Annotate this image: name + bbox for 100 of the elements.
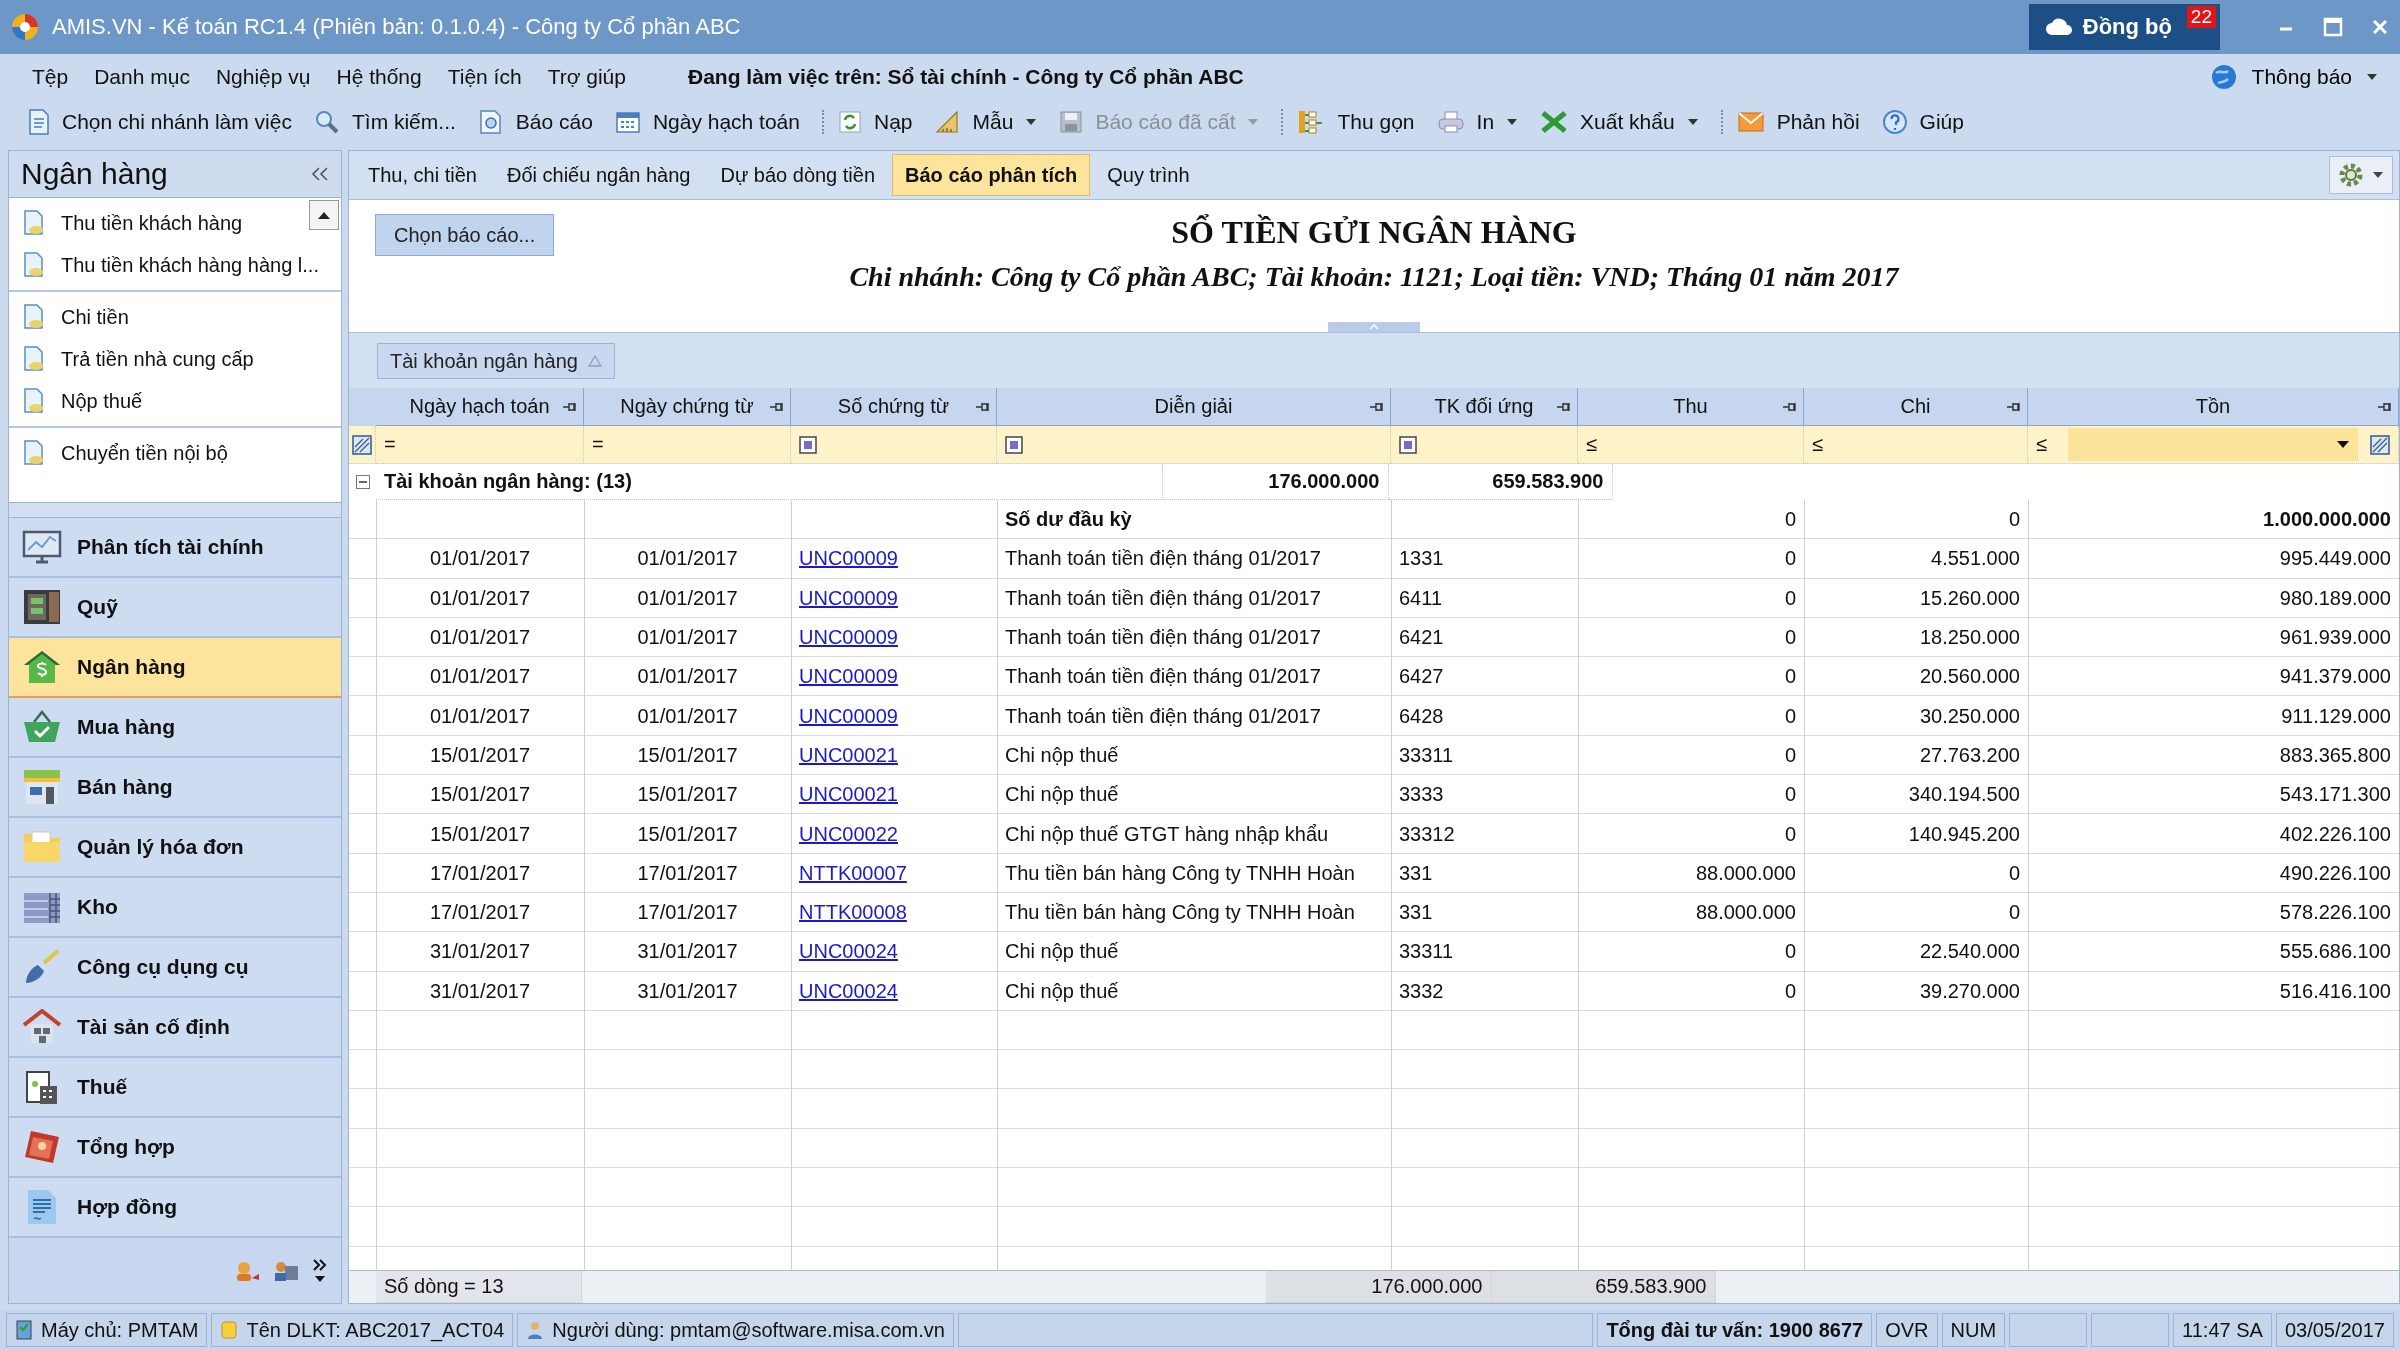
- table-cell-text: 01/01/2017: [636, 664, 739, 690]
- voucher-link[interactable]: UNC00021: [799, 783, 898, 807]
- task-item[interactable]: Trả tiền nhà cung cấp: [9, 338, 341, 380]
- menu-item[interactable]: Tiện ích: [447, 65, 522, 89]
- globe-icon: [2209, 63, 2238, 91]
- module-item[interactable]: Công cụ dụng cụ: [9, 938, 341, 998]
- voucher-link[interactable]: NTTK00007: [799, 861, 907, 885]
- voucher-link[interactable]: UNC00009: [799, 586, 898, 610]
- task-item[interactable]: Chi tiền: [9, 296, 341, 338]
- table-cell-text: 995.449.000: [2278, 546, 2392, 572]
- filter-editor-icon[interactable]: [352, 434, 372, 455]
- filter-cell[interactable]: ≤: [1578, 426, 1804, 464]
- row-count: Số dòng = 13: [376, 1271, 582, 1303]
- menu-item[interactable]: Trợ giúp: [547, 65, 626, 89]
- table-cell-text: Số dư đầu kỳ: [1004, 507, 1133, 533]
- table-cell-text: 3332: [1398, 978, 1445, 1004]
- table-cell-text: 340.194.500: [1907, 782, 2021, 808]
- table-cell-text: 01/01/2017: [636, 585, 739, 611]
- settings-button[interactable]: [2329, 156, 2393, 194]
- splitter-handle[interactable]: [9, 503, 341, 518]
- filter-cell[interactable]: =: [584, 426, 791, 464]
- table-cell-text: 0: [1783, 939, 1797, 965]
- module-item[interactable]: Ngân hàng: [9, 638, 341, 698]
- voucher-link[interactable]: UNC00009: [799, 665, 898, 689]
- module-item[interactable]: Thuế: [9, 1058, 341, 1118]
- toolbar-button[interactable]: Tìm kiếm...: [307, 109, 462, 135]
- caret-icon: [2372, 171, 2384, 179]
- voucher-link[interactable]: UNC00022: [799, 822, 898, 846]
- caret-icon: [2336, 440, 2350, 449]
- module-item[interactable]: Kho: [9, 878, 341, 938]
- menu-item[interactable]: Hệ thống: [336, 65, 422, 89]
- module-item[interactable]: Quỹ: [9, 578, 341, 638]
- voucher-link[interactable]: UNC00009: [799, 547, 898, 571]
- task-item[interactable]: Thu tiền khách hàng hàng l...: [9, 244, 341, 286]
- filter-editor-icon[interactable]: [2370, 434, 2390, 455]
- module-item[interactable]: Tổng hợp: [9, 1118, 341, 1178]
- module-item[interactable]: Mua hàng: [9, 698, 341, 758]
- table-cell-text: 3333: [1398, 782, 1445, 808]
- choose-report-button[interactable]: Chọn báo cáo...: [375, 214, 555, 256]
- tab[interactable]: Báo cáo phân tích: [892, 154, 1091, 196]
- filter-cell[interactable]: =: [376, 426, 584, 464]
- safe-icon: [22, 588, 62, 626]
- menu-item[interactable]: Danh mục: [94, 65, 190, 89]
- collapse-handle[interactable]: [1328, 322, 1420, 332]
- scroll-up-button[interactable]: [309, 200, 339, 230]
- voucher-link[interactable]: UNC00009: [799, 626, 898, 650]
- module-item[interactable]: Hợp đồng: [9, 1178, 341, 1238]
- card-icon[interactable]: [273, 1259, 299, 1282]
- tab[interactable]: Đối chiếu ngân hàng: [493, 154, 704, 196]
- group-by-chip[interactable]: Tài khoản ngân hàng: [377, 343, 615, 379]
- table-cell-text: 0: [1783, 742, 1797, 768]
- more-icon[interactable]: [311, 1257, 329, 1284]
- module-item[interactable]: Phân tích tài chính: [9, 518, 341, 578]
- filter-cell[interactable]: [791, 426, 997, 464]
- task-item[interactable]: Chuyển tiền nội bộ: [9, 432, 341, 474]
- toolbar-button[interactable]: Xuất khẩu: [1534, 110, 1705, 134]
- table-cell-text: 0: [2007, 860, 2021, 886]
- people-icon[interactable]: [235, 1259, 261, 1282]
- notification-button[interactable]: Thông báo: [2203, 62, 2384, 92]
- module-item[interactable]: Quản lý hóa đơn: [9, 818, 341, 878]
- voucher-link[interactable]: UNC00021: [799, 743, 898, 767]
- task-item[interactable]: Thu tiền khách hàng: [9, 202, 341, 244]
- table-cell-text: 17/01/2017: [428, 860, 532, 886]
- tab[interactable]: Dự báo dòng tiền: [707, 154, 889, 196]
- sync-button[interactable]: Đồng bộ 22: [2028, 4, 2220, 50]
- voucher-link[interactable]: NTTK00008: [799, 901, 907, 925]
- table-cell-text: 01/01/2017: [636, 625, 739, 651]
- status-item: OVR: [1876, 1313, 1938, 1347]
- toolbar-button[interactable]: Thu gọn: [1281, 109, 1421, 135]
- toolbar-button[interactable]: Nạp: [822, 110, 919, 134]
- toolbar-button[interactable]: Giúp: [1875, 109, 1970, 135]
- toolbar-button[interactable]: Chọn chi nhánh làm việc: [22, 109, 298, 135]
- filter-cell[interactable]: ≤: [2028, 426, 2399, 464]
- document-icon: [23, 346, 45, 372]
- tab[interactable]: Quy trình: [1094, 154, 1203, 196]
- toolbar-button[interactable]: Phản hồi: [1720, 110, 1866, 134]
- voucher-link[interactable]: UNC00024: [799, 979, 898, 1003]
- toolbar-button[interactable]: Báo cáo: [471, 109, 599, 135]
- filter-cell[interactable]: [997, 426, 1391, 464]
- menu-item[interactable]: Tệp: [32, 65, 69, 89]
- menu-item[interactable]: Nghiệp vụ: [215, 65, 311, 89]
- maximize-icon[interactable]: [2322, 16, 2344, 38]
- filter-cell[interactable]: ≤: [1804, 426, 2028, 464]
- module-item[interactable]: Bán hàng: [9, 758, 341, 818]
- filter-cell[interactable]: [1391, 426, 1578, 464]
- collapse-icon[interactable]: [311, 166, 329, 182]
- toolbar-button[interactable]: Ngày hạch toán: [608, 110, 806, 134]
- voucher-link[interactable]: UNC00009: [799, 704, 898, 728]
- table-cell-text: 22.540.000: [1918, 939, 2021, 965]
- collapse-icon[interactable]: [355, 475, 370, 489]
- table-cell-text: 0: [1783, 585, 1797, 611]
- voucher-link[interactable]: UNC00024: [799, 940, 898, 964]
- tab[interactable]: Thu, chi tiền: [355, 154, 490, 196]
- module-item[interactable]: Tài sản cố định: [9, 998, 341, 1058]
- toolbar-button[interactable]: Mẫu: [928, 110, 1044, 134]
- cloud-icon: [2044, 17, 2073, 37]
- table-cell-text: 331: [1398, 860, 1434, 886]
- toolbar-button[interactable]: In: [1430, 110, 1525, 134]
- close-icon[interactable]: [2370, 17, 2390, 37]
- task-item[interactable]: Nộp thuế: [9, 380, 341, 422]
